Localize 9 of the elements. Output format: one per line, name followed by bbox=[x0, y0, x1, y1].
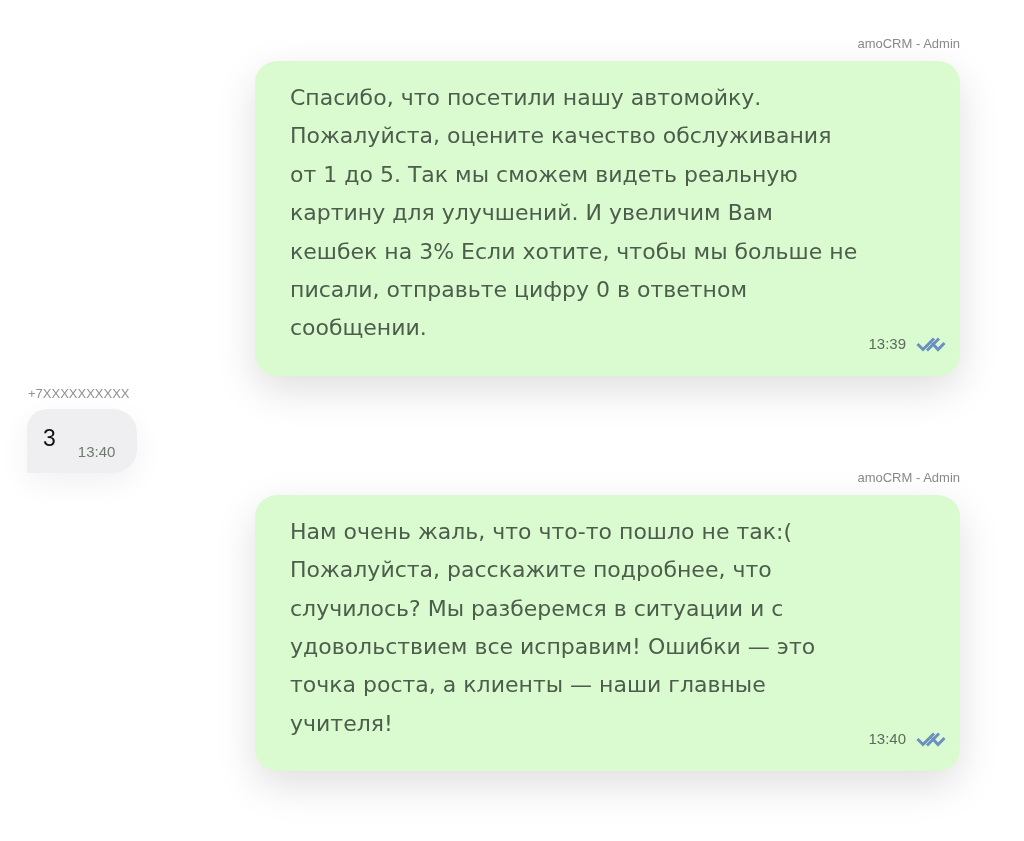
sender-name: amoCRM - Admin bbox=[857, 469, 960, 485]
message-time: 13:40 bbox=[77, 442, 116, 461]
sender-name: amoCRM - Admin bbox=[857, 36, 960, 51]
message-text: Спасибо, что посетили нашу автомойку. Пожалуйста, оцените качество обслуживания от 1 до 5. Так мы сможем видеть реальную картину для улучшений. И увеличим Вам кешбек на 3% Если хотите, чтобы мы больше не писали, отправьте цифру 0 в ответном сообщении. bbox=[290, 84, 858, 343]
message-text: Нам очень жаль, что что-то пошло не так:( Пожалуйста, расскажите подробнее, что случилось? Мы разберемся в ситуации и с удовольствием все исправим! Ошибки — это точка роста, а клиенты — наши главные учителя! bbox=[290, 517, 816, 738]
message-time: 13:40 bbox=[868, 730, 906, 749]
message-time: 13:39 bbox=[868, 334, 906, 353]
message-text: 3 bbox=[43, 423, 56, 453]
sender-phone: +7XXXXXXXXXX bbox=[28, 385, 130, 401]
